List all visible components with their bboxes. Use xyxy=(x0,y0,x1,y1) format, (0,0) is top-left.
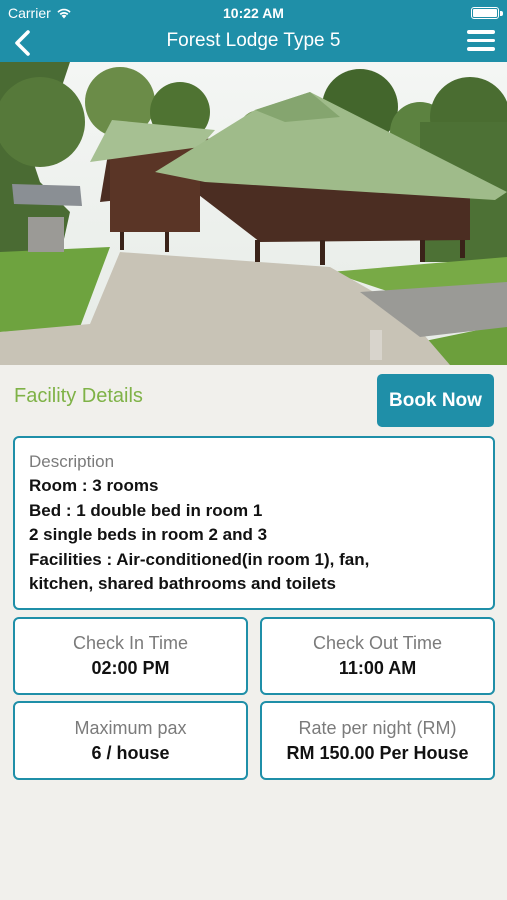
lodge-photo xyxy=(0,62,507,365)
app-header: Carrier 10:22 AM Forest Lodge Type 5 xyxy=(0,0,507,62)
check-in-card: Check In Time 02:00 PM xyxy=(13,617,248,695)
status-bar: Carrier 10:22 AM xyxy=(0,0,507,26)
check-out-value: 11:00 AM xyxy=(338,658,417,678)
status-time: 10:22 AM xyxy=(223,5,284,21)
rate-label: Rate per night (RM) xyxy=(298,717,457,738)
max-pax-card: Maximum pax 6 / house xyxy=(13,701,248,780)
facility-details-heading: Facility Details xyxy=(14,385,143,407)
check-out-card: Check Out Time 11:00 AM xyxy=(260,617,495,695)
book-now-button[interactable]: Book Now xyxy=(377,374,494,427)
check-out-label: Check Out Time xyxy=(312,633,443,653)
description-line: Bed : 1 double bed in room 1 xyxy=(29,500,263,520)
max-pax-label: Maximum pax xyxy=(74,717,187,738)
description-line: 2 single beds in room 2 and 3 xyxy=(29,525,268,544)
rate-value: RM 150.00 Per House xyxy=(286,742,469,763)
hamburger-menu-icon[interactable] xyxy=(467,30,495,54)
description-card: Description Room : 3 rooms Bed : 1 doubl… xyxy=(13,436,495,610)
rate-card: Rate per night (RM) RM 150.00 Per House xyxy=(260,701,495,780)
description-line: kitchen, shared bathrooms and toilets xyxy=(29,574,337,593)
page-title: Forest Lodge Type 5 xyxy=(166,30,341,51)
check-in-label: Check In Time xyxy=(72,633,189,653)
battery-icon xyxy=(471,7,503,19)
description-line: Facilities : Air-conditioned(in room 1),… xyxy=(29,549,370,569)
navigation-bar: Forest Lodge Type 5 xyxy=(0,26,507,62)
description-line: Room : 3 rooms xyxy=(29,476,159,495)
description-label: Description xyxy=(29,452,115,471)
max-pax-value: 6 / house xyxy=(91,742,170,763)
check-in-value: 02:00 PM xyxy=(91,658,170,678)
